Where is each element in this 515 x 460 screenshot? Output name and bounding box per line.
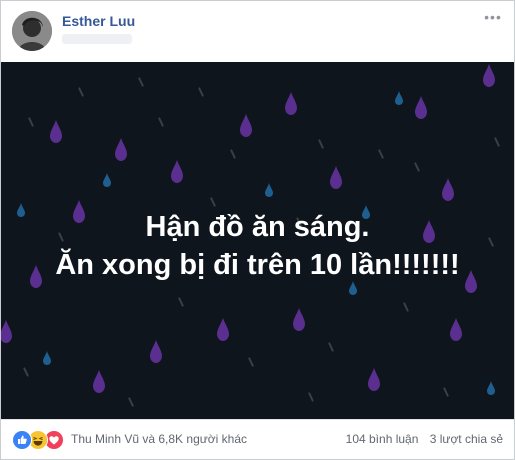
image-text-line-2: Ăn xong bị đi trên 10 lần!!!!!!! <box>55 249 460 281</box>
facebook-post: Esther Luu ••• Hận đồ ăn sáng. Ăn xong b… <box>0 0 515 460</box>
image-text: Hận đồ ăn sáng. Ăn xong bị đi trên 10 lầ… <box>1 208 514 284</box>
post-header: Esther Luu ••• <box>1 1 514 61</box>
engagement-stats: 104 bình luận 3 lượt chia sẻ <box>338 432 503 446</box>
shares-count[interactable]: 3 lượt chia sẻ <box>430 432 503 446</box>
ellipsis-icon[interactable]: ••• <box>482 7 504 27</box>
comments-count[interactable]: 104 bình luận <box>346 432 419 446</box>
image-text-line-1: Hận đồ ăn sáng. <box>145 211 370 243</box>
post-meta-placeholder <box>62 34 132 44</box>
author-avatar[interactable] <box>12 11 52 51</box>
author-name[interactable]: Esther Luu <box>62 13 135 29</box>
post-image[interactable]: Hận đồ ăn sáng. Ăn xong bị đi trên 10 lầ… <box>1 62 514 419</box>
like-reaction-icon[interactable] <box>12 430 32 450</box>
reactions-summary[interactable]: Thu Minh Vũ và 6,8K người khác <box>71 432 247 446</box>
post-footer: Thu Minh Vũ và 6,8K người khác 104 bình … <box>1 419 514 459</box>
